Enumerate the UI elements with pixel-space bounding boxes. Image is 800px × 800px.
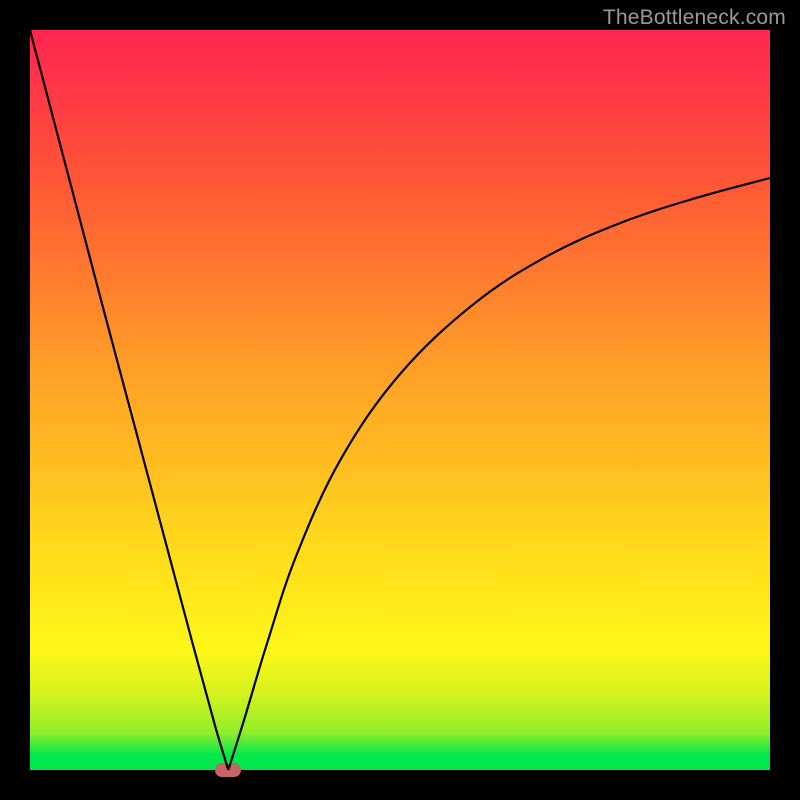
plot-area — [30, 30, 770, 770]
watermark-text: TheBottleneck.com — [603, 6, 786, 30]
chart-frame: TheBottleneck.com — [0, 0, 800, 800]
bottleneck-curve — [30, 30, 770, 770]
